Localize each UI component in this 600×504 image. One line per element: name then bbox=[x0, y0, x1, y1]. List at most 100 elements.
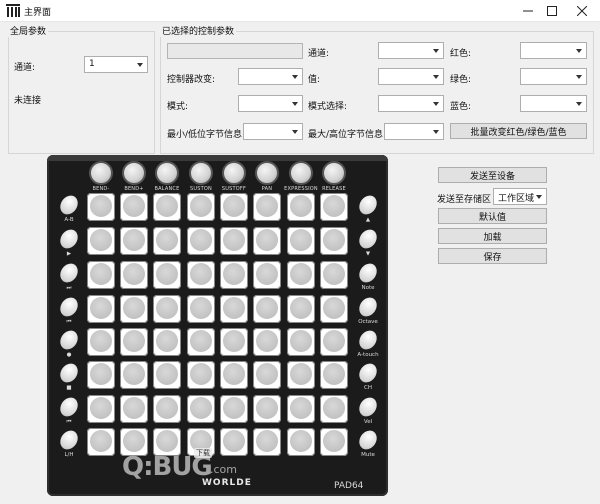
pad-r4-c6[interactable] bbox=[253, 295, 281, 323]
pad-r2-c5[interactable] bbox=[220, 227, 248, 255]
controller-change-select[interactable] bbox=[238, 68, 303, 85]
pad-r2-c2[interactable] bbox=[120, 227, 148, 255]
pad-r4-c3[interactable] bbox=[153, 295, 181, 323]
left-side-button-6[interactable] bbox=[56, 360, 82, 386]
pad-r7-c8[interactable] bbox=[320, 395, 348, 423]
pad-r6-c4[interactable] bbox=[187, 361, 215, 389]
pad-r4-c1[interactable] bbox=[87, 295, 115, 323]
min-byte-select[interactable] bbox=[243, 123, 303, 140]
pad-r1-c4[interactable] bbox=[187, 193, 215, 221]
right-side-button-6[interactable] bbox=[355, 360, 381, 386]
pad-r3-c7[interactable] bbox=[287, 261, 315, 289]
pad-r1-c7[interactable] bbox=[287, 193, 315, 221]
pad-r6-c1[interactable] bbox=[87, 361, 115, 389]
mode-select[interactable] bbox=[238, 95, 303, 112]
pad-r1-c3[interactable] bbox=[153, 193, 181, 221]
pad-r2-c7[interactable] bbox=[287, 227, 315, 255]
max-byte-select[interactable] bbox=[384, 123, 444, 140]
save-button[interactable]: 保存 bbox=[438, 248, 547, 264]
pad-r2-c6[interactable] bbox=[253, 227, 281, 255]
pad-r2-c8[interactable] bbox=[320, 227, 348, 255]
pad-r5-c1[interactable] bbox=[87, 328, 115, 356]
pad-r6-c6[interactable] bbox=[253, 361, 281, 389]
pad-r1-c8[interactable] bbox=[320, 193, 348, 221]
pad-r8-c8[interactable] bbox=[320, 428, 348, 456]
pad-r3-c2[interactable] bbox=[120, 261, 148, 289]
pad-r5-c8[interactable] bbox=[320, 328, 348, 356]
right-side-button-5[interactable] bbox=[355, 327, 381, 353]
pad-r4-c8[interactable] bbox=[320, 295, 348, 323]
left-side-button-1[interactable] bbox=[56, 192, 82, 218]
pad-r5-c6[interactable] bbox=[253, 328, 281, 356]
pad-r4-c7[interactable] bbox=[287, 295, 315, 323]
pad-r5-c7[interactable] bbox=[287, 328, 315, 356]
send-to-device-button[interactable]: 发送至设备 bbox=[438, 167, 547, 183]
knob-3[interactable] bbox=[155, 161, 179, 185]
left-side-button-8[interactable] bbox=[56, 427, 82, 453]
pad-r2-c4[interactable] bbox=[187, 227, 215, 255]
pad-r2-c1[interactable] bbox=[87, 227, 115, 255]
pad-r6-c2[interactable] bbox=[120, 361, 148, 389]
right-side-button-3[interactable] bbox=[355, 260, 381, 286]
knob-6[interactable] bbox=[255, 161, 279, 185]
pad-r6-c7[interactable] bbox=[287, 361, 315, 389]
pad-r7-c5[interactable] bbox=[220, 395, 248, 423]
pad-r7-c7[interactable] bbox=[287, 395, 315, 423]
pad-r6-c5[interactable] bbox=[220, 361, 248, 389]
default-button[interactable]: 默认值 bbox=[438, 208, 547, 224]
right-side-button-1[interactable] bbox=[355, 192, 381, 218]
blue-select[interactable] bbox=[520, 95, 587, 112]
control-name-field[interactable] bbox=[167, 43, 303, 59]
knob-1[interactable] bbox=[89, 161, 113, 185]
pad-r2-c3[interactable] bbox=[153, 227, 181, 255]
left-side-button-5[interactable] bbox=[56, 327, 82, 353]
knob-4[interactable] bbox=[189, 161, 213, 185]
pad-r6-c3[interactable] bbox=[153, 361, 181, 389]
pad-r5-c5[interactable] bbox=[220, 328, 248, 356]
pad-r1-c6[interactable] bbox=[253, 193, 281, 221]
pad-r5-c2[interactable] bbox=[120, 328, 148, 356]
pad-r3-c6[interactable] bbox=[253, 261, 281, 289]
pad-r8-c7[interactable] bbox=[287, 428, 315, 456]
global-channel-select[interactable]: 1 bbox=[84, 56, 148, 73]
pad-r3-c1[interactable] bbox=[87, 261, 115, 289]
green-select[interactable] bbox=[520, 68, 587, 85]
pad-r5-c4[interactable] bbox=[187, 328, 215, 356]
right-side-button-8[interactable] bbox=[355, 427, 381, 453]
pad-r5-c3[interactable] bbox=[153, 328, 181, 356]
red-select[interactable] bbox=[520, 42, 587, 59]
load-button[interactable]: 加载 bbox=[438, 228, 547, 244]
left-side-button-2[interactable] bbox=[56, 226, 82, 252]
pad-r7-c3[interactable] bbox=[153, 395, 181, 423]
pad-r3-c3[interactable] bbox=[153, 261, 181, 289]
right-side-button-4[interactable] bbox=[355, 294, 381, 320]
pad-r7-c4[interactable] bbox=[187, 395, 215, 423]
storage-area-select[interactable]: 工作区域 bbox=[493, 188, 547, 205]
close-button[interactable] bbox=[564, 0, 600, 22]
right-side-button-7[interactable] bbox=[355, 394, 381, 420]
pad-r1-c2[interactable] bbox=[120, 193, 148, 221]
left-side-button-3[interactable] bbox=[56, 260, 82, 286]
pad-r1-c1[interactable] bbox=[87, 193, 115, 221]
pad-r3-c8[interactable] bbox=[320, 261, 348, 289]
pad-r7-c1[interactable] bbox=[87, 395, 115, 423]
batch-change-rgb-button[interactable]: 批量改变红色/绿色/蓝色 bbox=[450, 123, 587, 139]
value-select[interactable] bbox=[378, 68, 444, 85]
pad-r6-c8[interactable] bbox=[320, 361, 348, 389]
pad-r4-c2[interactable] bbox=[120, 295, 148, 323]
knob-2[interactable] bbox=[122, 161, 146, 185]
pad-r7-c2[interactable] bbox=[120, 395, 148, 423]
pad-r4-c5[interactable] bbox=[220, 295, 248, 323]
right-side-button-2[interactable] bbox=[355, 226, 381, 252]
mode-choice-select[interactable] bbox=[378, 95, 444, 112]
left-side-button-7[interactable] bbox=[56, 394, 82, 420]
left-side-button-4[interactable] bbox=[56, 294, 82, 320]
knob-7[interactable] bbox=[289, 161, 313, 185]
pad-r1-c5[interactable] bbox=[220, 193, 248, 221]
pad-r7-c6[interactable] bbox=[253, 395, 281, 423]
pad-r3-c5[interactable] bbox=[220, 261, 248, 289]
pad-r3-c4[interactable] bbox=[187, 261, 215, 289]
knob-5[interactable] bbox=[222, 161, 246, 185]
pad-r8-c6[interactable] bbox=[253, 428, 281, 456]
control-channel-select[interactable] bbox=[378, 42, 444, 59]
